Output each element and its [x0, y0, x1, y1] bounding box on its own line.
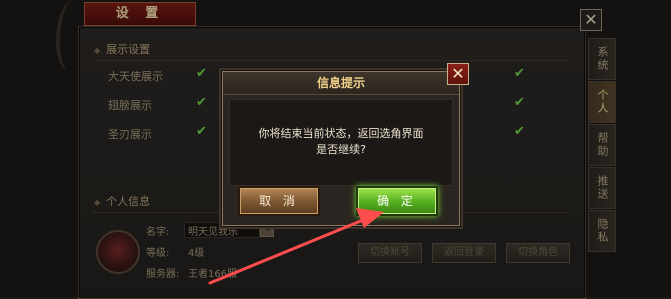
arrow-shaft: [208, 216, 370, 285]
arrow-head: [356, 208, 384, 228]
annotation-arrow: [208, 208, 384, 285]
